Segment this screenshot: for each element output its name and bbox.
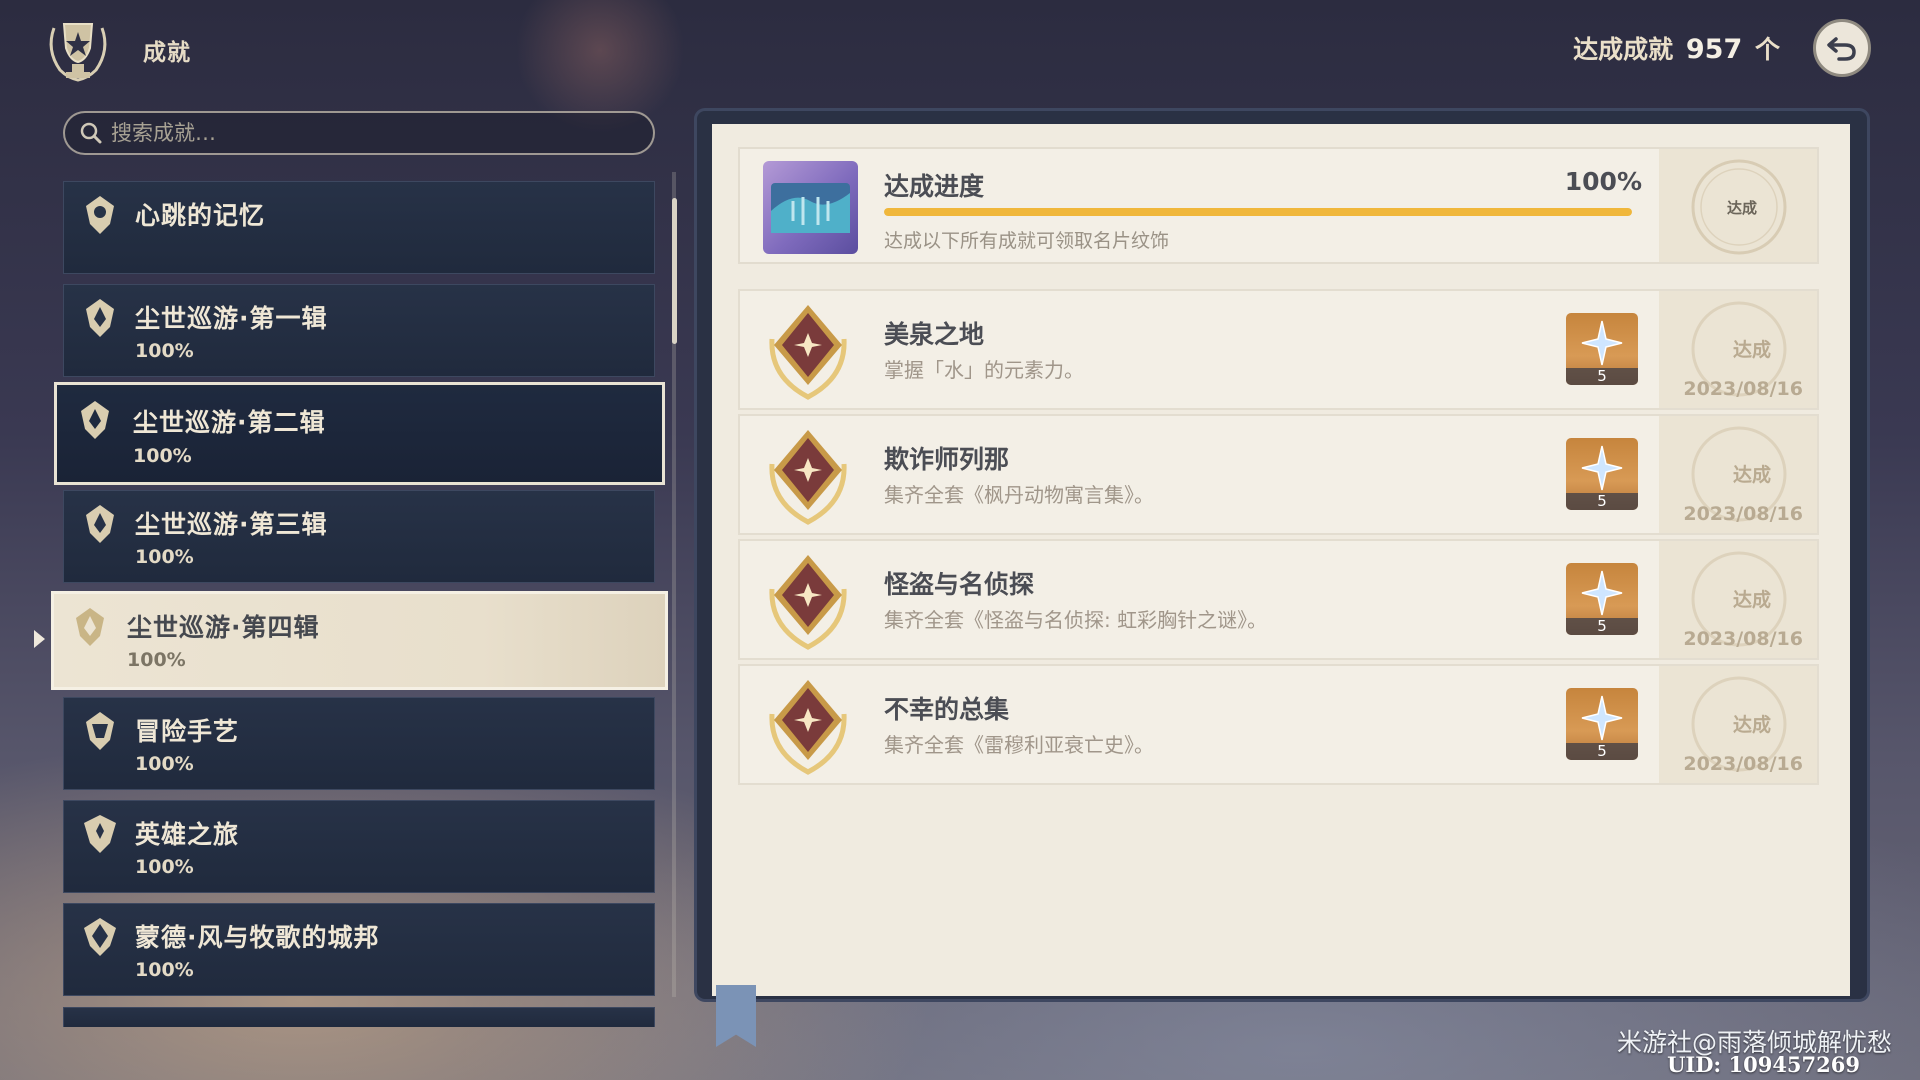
progress-description: 达成以下所有成就可领取名片纹饰 (884, 230, 1170, 252)
search-bar[interactable] (63, 111, 655, 155)
category-badge-icon (86, 505, 114, 543)
achievement-total: 达成成就 957 个 (1573, 30, 1780, 66)
page-title: 成就 (143, 40, 191, 66)
return-arrow-icon (1827, 37, 1856, 61)
progress-title: 达成进度 (884, 172, 985, 201)
achievement-name: 美泉之地 (884, 320, 985, 349)
category-percent: 100% (135, 753, 194, 775)
stamp-label: 达成 (1726, 199, 1757, 217)
achievement-name: 欺诈师列那 (884, 445, 1010, 474)
category-item[interactable] (63, 1007, 655, 1027)
progress-bar-fill (884, 208, 1632, 216)
active-indicator-icon (34, 630, 45, 648)
achievement-medal-icon (769, 555, 847, 650)
total-label: 达成成就 (1573, 35, 1674, 64)
category-item[interactable]: 英雄之旅 100% (63, 800, 655, 893)
category-badge-icon (86, 712, 114, 750)
scrollbar-thumb[interactable] (672, 198, 677, 344)
category-badge-icon (86, 299, 114, 337)
category-name: 蒙德·风与牧歌的城邦 (135, 923, 380, 952)
category-badge-icon (81, 401, 109, 439)
achievement-name: 不幸的总集 (884, 695, 1010, 724)
category-item[interactable]: 尘世巡游·第三辑 100% (63, 490, 655, 583)
category-item[interactable]: 蒙德·风与牧歌的城邦 100% (63, 903, 655, 996)
progress-percent: 100% (1564, 167, 1642, 196)
completion-date: 2023/08/16 (1683, 753, 1803, 775)
achievement-medal-icon (769, 680, 847, 775)
category-name: 尘世巡游·第二辑 (133, 408, 326, 437)
progress-bar (884, 208, 1632, 216)
search-input[interactable] (109, 120, 633, 146)
category-name: 尘世巡游·第四辑 (127, 613, 320, 642)
total-unit: 个 (1754, 35, 1780, 64)
reward-count: 5 (1566, 618, 1638, 635)
category-item[interactable]: 冒险手艺 100% (63, 697, 655, 790)
back-button[interactable] (1813, 19, 1871, 77)
achievement-row[interactable]: 欺诈师列那 集齐全套《枫丹动物寓言集》。 5 达成 2023/08/16 (738, 414, 1819, 535)
category-percent: 100% (127, 649, 186, 671)
achievement-description: 掌握「水」的元素力。 (884, 358, 1084, 382)
category-name: 尘世巡游·第三辑 (135, 510, 328, 539)
achievement-description: 集齐全套《怪盗与名侦探: 虹彩胸针之谜》。 (884, 608, 1268, 632)
achievement-description: 集齐全套《枫丹动物寓言集》。 (884, 483, 1154, 507)
completion-date: 2023/08/16 (1683, 628, 1803, 650)
primogem-icon (1581, 445, 1623, 491)
search-icon (80, 122, 102, 144)
category-item[interactable]: 心跳的记忆 (63, 181, 655, 274)
stamp-label: 达成 (1732, 589, 1771, 611)
primogem-reward[interactable]: 5 (1566, 313, 1638, 385)
completion-date: 2023/08/16 (1683, 378, 1803, 400)
category-badge-icon (76, 608, 104, 646)
stamp-label: 达成 (1732, 714, 1771, 736)
category-name: 尘世巡游·第一辑 (135, 304, 328, 333)
trophy-emblem-icon (38, 10, 118, 90)
reward-count: 5 (1566, 493, 1638, 510)
reward-count: 5 (1566, 743, 1638, 760)
category-item-active[interactable]: 尘世巡游·第四辑 100% (51, 591, 668, 690)
category-badge-icon (84, 918, 116, 956)
category-name: 英雄之旅 (135, 820, 240, 849)
achievement-medal-icon (769, 305, 847, 400)
stamp-label: 达成 (1732, 464, 1771, 486)
category-badge-icon (86, 196, 114, 234)
category-item[interactable]: 尘世巡游·第一辑 100% (63, 284, 655, 377)
reward-count: 5 (1566, 368, 1638, 385)
achievement-medal-icon (769, 430, 847, 525)
category-percent: 100% (135, 856, 194, 878)
total-count: 957 (1685, 34, 1743, 65)
achievement-row[interactable]: 不幸的总集 集齐全套《雷穆利亚衰亡史》。 5 达成 2023/08/16 (738, 664, 1819, 785)
achievement-description: 集齐全套《雷穆利亚衰亡史》。 (884, 733, 1154, 757)
primogem-icon (1581, 570, 1623, 616)
primogem-reward[interactable]: 5 (1566, 563, 1638, 635)
primogem-icon (1581, 695, 1623, 741)
category-percent: 100% (133, 445, 192, 467)
bookmark-ribbon (716, 985, 756, 1047)
achievement-name: 怪盗与名侦探 (884, 570, 1035, 599)
category-item-selected[interactable]: 尘世巡游·第二辑 100% (54, 382, 665, 485)
namecard-preview-icon (763, 161, 858, 254)
category-name: 冒险手艺 (135, 717, 240, 746)
primogem-reward[interactable]: 5 (1566, 438, 1638, 510)
achievement-row[interactable]: 美泉之地 掌握「水」的元素力。 5 达成 2023/08/16 (738, 289, 1819, 410)
category-percent: 100% (135, 546, 194, 568)
primogem-icon (1581, 320, 1623, 366)
achievement-row[interactable]: 怪盗与名侦探 集齐全套《怪盗与名侦探: 虹彩胸针之谜》。 5 达成 2023/0… (738, 539, 1819, 660)
category-percent: 100% (135, 959, 194, 981)
category-name: 心跳的记忆 (135, 201, 266, 230)
category-percent: 100% (135, 340, 194, 362)
stamp-label: 达成 (1732, 339, 1771, 361)
uid-text: UID: 109457269 (1667, 1052, 1860, 1077)
completion-progress-card: 达成进度 100% 达成以下所有成就可领取名片纹饰 达成 (738, 147, 1819, 264)
category-badge-icon (84, 815, 116, 853)
primogem-reward[interactable]: 5 (1566, 688, 1638, 760)
completion-date: 2023/08/16 (1683, 503, 1803, 525)
